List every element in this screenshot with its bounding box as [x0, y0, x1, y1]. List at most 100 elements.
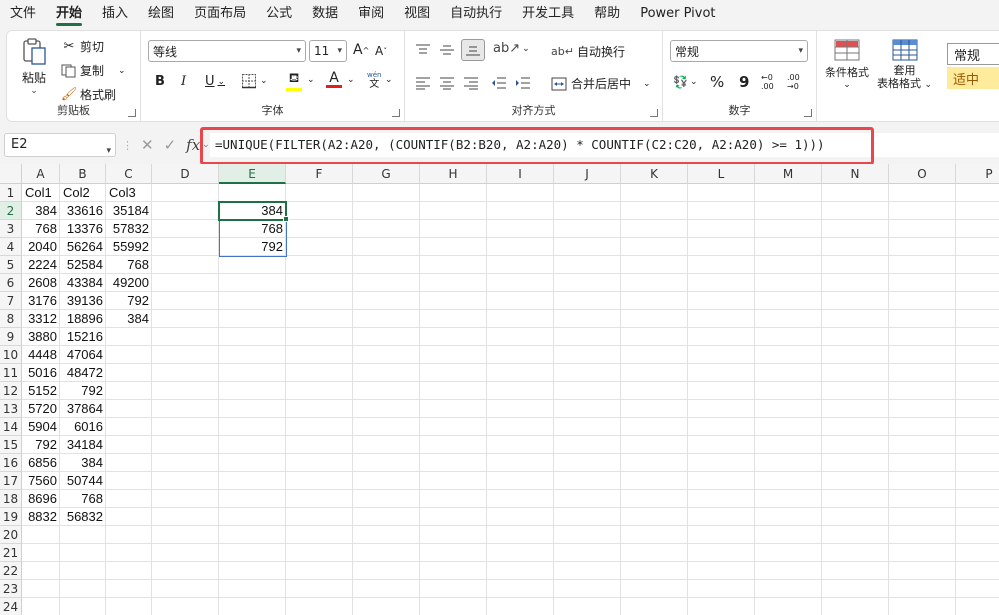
row-header-19[interactable]: 19 [0, 508, 22, 526]
menu-automate[interactable]: 自动执行 [450, 0, 502, 28]
cell-b13[interactable]: 37864 [60, 400, 106, 418]
cell-b3[interactable]: 13376 [60, 220, 106, 238]
fill-color-chevron-icon[interactable]: ⌄ [307, 75, 315, 85]
cell-b11[interactable]: 48472 [60, 364, 106, 382]
cell-b7[interactable]: 39136 [60, 292, 106, 310]
paste-button[interactable]: 粘贴 ⌄ [19, 37, 49, 96]
menu-draw[interactable]: 绘图 [148, 0, 174, 28]
cell-b8[interactable]: 18896 [60, 310, 106, 328]
cell-b14[interactable]: 6016 [60, 418, 106, 436]
cell-a14[interactable]: 5904 [22, 418, 60, 436]
phonetic-button[interactable]: wén 文 [367, 71, 381, 90]
cell-a6[interactable]: 2608 [22, 274, 60, 292]
column-header-m[interactable]: M [755, 164, 822, 184]
underline-button[interactable]: U ⌄ [205, 74, 225, 89]
column-header-o[interactable]: O [889, 164, 956, 184]
row-header-13[interactable]: 13 [0, 400, 22, 418]
copy-chevron-icon[interactable]: ⌄ [118, 66, 126, 76]
cell-a1[interactable]: Col1 [22, 184, 60, 202]
insert-function-icon[interactable]: fx [186, 136, 200, 154]
style-neutral[interactable]: 适中 [947, 67, 999, 89]
cell-b18[interactable]: 768 [60, 490, 106, 508]
column-header-n[interactable]: N [822, 164, 889, 184]
font-color-button[interactable]: A [326, 71, 342, 88]
column-header-d[interactable]: D [152, 164, 219, 184]
align-bottom-button[interactable] [461, 39, 485, 61]
align-right-icon[interactable] [463, 76, 479, 90]
row-header-24[interactable]: 24 [0, 598, 22, 615]
column-header-p[interactable]: P [956, 164, 999, 184]
name-box-chevron-icon[interactable]: ▾ [106, 140, 111, 162]
increase-decimal-button[interactable]: ←0 .00 [761, 73, 781, 91]
row-header-18[interactable]: 18 [0, 490, 22, 508]
comma-button[interactable]: 9 [739, 73, 749, 91]
name-box[interactable]: E2 ▾ [4, 133, 116, 157]
decrease-decimal-button[interactable]: .00 →0 [787, 73, 807, 91]
cell-c4[interactable]: 55992 [106, 238, 152, 256]
cell-b4[interactable]: 56264 [60, 238, 106, 256]
cell-a9[interactable]: 3880 [22, 328, 60, 346]
row-header-8[interactable]: 8 [0, 310, 22, 328]
cell-a16[interactable]: 6856 [22, 454, 60, 472]
row-header-14[interactable]: 14 [0, 418, 22, 436]
cell-b9[interactable]: 15216 [60, 328, 106, 346]
row-header-15[interactable]: 15 [0, 436, 22, 454]
cell-a19[interactable]: 8832 [22, 508, 60, 526]
cell-a13[interactable]: 5720 [22, 400, 60, 418]
row-header-23[interactable]: 23 [0, 580, 22, 598]
row-header-17[interactable]: 17 [0, 472, 22, 490]
align-center-icon[interactable] [439, 76, 455, 90]
cell-c5[interactable]: 768 [106, 256, 152, 274]
font-name-select[interactable]: 等线 ▾ [148, 40, 306, 62]
row-header-2[interactable]: 2 [0, 202, 22, 220]
select-all-corner[interactable] [0, 164, 22, 184]
cell-c1[interactable]: Col3 [106, 184, 152, 202]
style-normal[interactable]: 常规 [947, 43, 999, 65]
menu-insert[interactable]: 插入 [102, 0, 128, 28]
cell-a15[interactable]: 792 [22, 436, 60, 454]
column-header-h[interactable]: H [420, 164, 487, 184]
accounting-format-button[interactable]: 💱 ⌄ [673, 75, 698, 89]
row-header-10[interactable]: 10 [0, 346, 22, 364]
row-header-21[interactable]: 21 [0, 544, 22, 562]
decrease-indent-icon[interactable] [491, 76, 507, 90]
increase-indent-icon[interactable] [515, 76, 531, 90]
cell-a4[interactable]: 2040 [22, 238, 60, 256]
cell-a7[interactable]: 3176 [22, 292, 60, 310]
column-header-l[interactable]: L [688, 164, 755, 184]
font-color-chevron-icon[interactable]: ⌄ [347, 75, 355, 85]
cell-b5[interactable]: 52584 [60, 256, 106, 274]
grow-font-button[interactable]: A ^ [353, 42, 369, 58]
cell-b15[interactable]: 34184 [60, 436, 106, 454]
fill-color-button[interactable]: ⛾ [286, 71, 302, 91]
cut-button[interactable]: ✂ 剪切 [61, 38, 104, 55]
cell-b2[interactable]: 33616 [60, 202, 106, 220]
row-header-6[interactable]: 6 [0, 274, 22, 292]
font-launcher-icon[interactable] [392, 109, 400, 117]
cell-a5[interactable]: 2224 [22, 256, 60, 274]
conditional-format-button[interactable]: 条件格式 ⌄ [825, 39, 869, 90]
cell-a2[interactable]: 384 [22, 202, 60, 220]
cell-c7[interactable]: 792 [106, 292, 152, 310]
cell-c2[interactable]: 35184 [106, 202, 152, 220]
cell-b19[interactable]: 56832 [60, 508, 106, 526]
menu-power-pivot[interactable]: Power Pivot [640, 0, 715, 28]
cell-b12[interactable]: 792 [60, 382, 106, 400]
column-header-a[interactable]: A [22, 164, 60, 184]
cell-c6[interactable]: 49200 [106, 274, 152, 292]
row-header-16[interactable]: 16 [0, 454, 22, 472]
align-middle-icon[interactable] [439, 43, 455, 57]
active-cell-e2[interactable] [218, 201, 287, 221]
percent-button[interactable]: % [710, 73, 724, 91]
enter-icon[interactable]: ✓ [164, 136, 177, 154]
row-header-1[interactable]: 1 [0, 184, 22, 202]
row-header-22[interactable]: 22 [0, 562, 22, 580]
menu-developer[interactable]: 开发工具 [522, 0, 574, 28]
number-format-select[interactable]: 常规 ▾ [670, 40, 808, 62]
column-header-b[interactable]: B [60, 164, 106, 184]
italic-button[interactable]: I [181, 74, 186, 89]
row-header-20[interactable]: 20 [0, 526, 22, 544]
worksheet-grid[interactable]: A B C D E F G H I J K L M N O P 1 2 3 4 5 6 7 8 9 10 11 12 13 14 15 16 1… [0, 164, 999, 615]
cell-a11[interactable]: 5016 [22, 364, 60, 382]
format-painter-button[interactable]: 🖌 格式刷 [61, 86, 116, 103]
